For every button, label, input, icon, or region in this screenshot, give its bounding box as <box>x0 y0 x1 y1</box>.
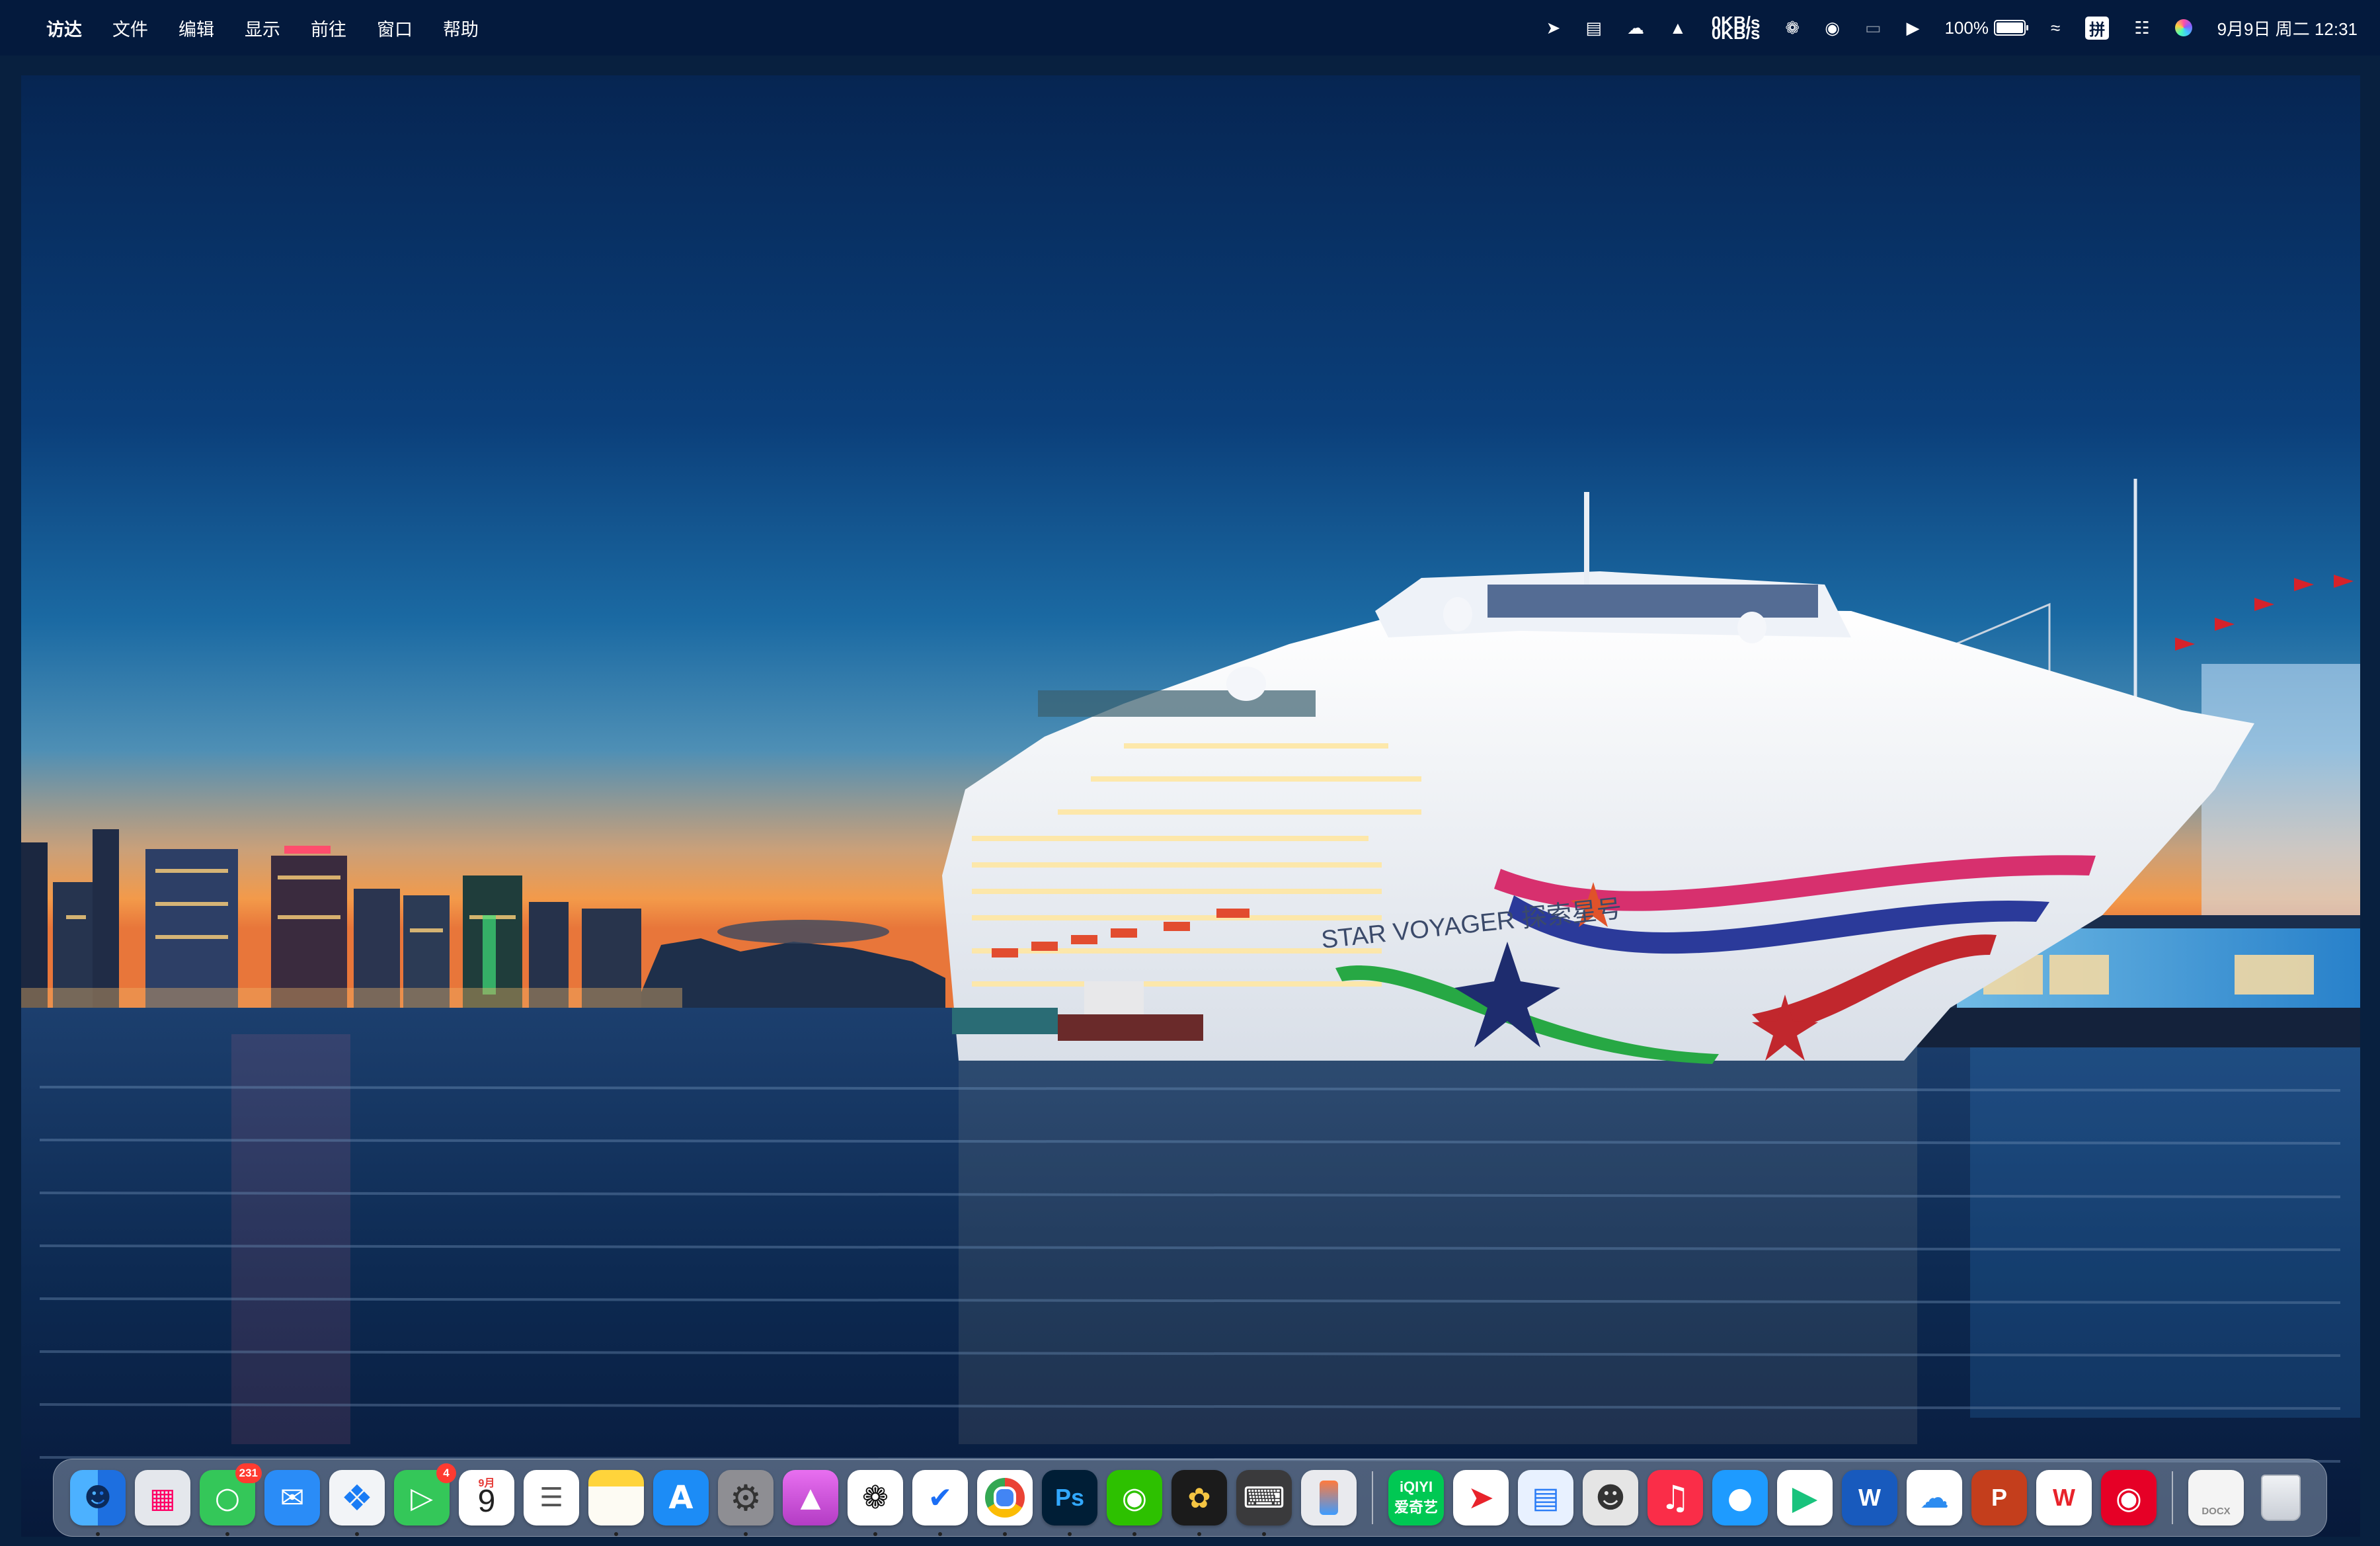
qq-penguin-icon[interactable]: ● <box>1712 1470 1768 1526</box>
facetime-badge: 4 <box>436 1463 456 1483</box>
red-arrow-app-icon[interactable]: ➤ <box>1453 1470 1509 1526</box>
chatgpt-icon[interactable]: ❁ <box>848 1470 903 1536</box>
netspeed-down: 0KB/s <box>1711 23 1761 43</box>
chrome-icon[interactable] <box>977 1470 1033 1536</box>
paper-plane-icon[interactable]: ➤ <box>1546 18 1561 38</box>
menu-go[interactable]: 前往 <box>311 15 346 41</box>
input-method-label: 拼 <box>2085 16 2110 40</box>
siri-icon[interactable] <box>2174 19 2192 36</box>
finder-icon[interactable]: ☻ <box>70 1470 126 1536</box>
iqiyi-label-cn: 爱奇艺 <box>1394 1500 1438 1516</box>
iphone-mirroring-icon[interactable] <box>1301 1470 1357 1526</box>
launchpad-icon[interactable]: ▦ <box>135 1470 190 1526</box>
play-circle-icon[interactable]: ▶ <box>1906 18 1919 38</box>
desktop-wallpaper: STAR VOYAGER 探索星号 <box>0 56 2380 1546</box>
calendar-icon[interactable]: 9月 9 <box>459 1470 514 1526</box>
document-stack-icon[interactable]: DOCX <box>2188 1470 2244 1526</box>
messages-badge: 231 <box>235 1463 262 1483</box>
app-store-icon[interactable]: A <box>653 1470 709 1526</box>
trash-icon[interactable] <box>2253 1470 2309 1526</box>
wps-icon[interactable]: W <box>2036 1470 2092 1526</box>
music-icon[interactable]: ♫ <box>1647 1470 1703 1526</box>
facetime-icon[interactable]: ▷ 4 <box>394 1463 456 1526</box>
robot-app-icon[interactable]: ☻ <box>1583 1470 1638 1526</box>
input-method[interactable]: 拼 <box>2085 16 2110 40</box>
menu-file[interactable]: 文件 <box>112 15 148 41</box>
powerpoint-label: P <box>1991 1484 2007 1511</box>
powerpoint-icon[interactable]: P <box>1971 1470 2027 1526</box>
menu-window[interactable]: 窗口 <box>377 15 413 41</box>
reminders-icon[interactable]: ☰ <box>524 1470 579 1526</box>
network-speed[interactable]: 0KB/s 0KB/s <box>1711 14 1761 43</box>
play-app-icon[interactable]: ▶ <box>1777 1470 1833 1526</box>
magenta-app-icon[interactable]: ▲ <box>783 1470 838 1526</box>
document-label: DOCX <box>2202 1505 2231 1517</box>
menu-view[interactable]: 显示 <box>245 15 280 41</box>
settings-gear-icon[interactable]: ⚙ <box>718 1470 774 1536</box>
airdrop-icon[interactable]: ◉ <box>1825 18 1840 38</box>
iqiyi-icon[interactable]: iQIYI 爱奇艺 <box>1388 1470 1444 1526</box>
netease-music-icon[interactable]: ◉ <box>2101 1470 2157 1526</box>
cloud-sync-icon[interactable]: ☁ <box>1627 18 1644 38</box>
mail-icon[interactable]: ✉ <box>264 1470 320 1526</box>
dock-separator <box>1372 1471 1373 1524</box>
menu-app-name[interactable]: 访达 <box>46 15 82 41</box>
messages-icon[interactable]: ○ 231 <box>200 1463 262 1536</box>
keyboard-app-icon[interactable]: ⌨ <box>1236 1470 1292 1536</box>
cat-icon[interactable]: ▲ <box>1669 18 1686 38</box>
iqiyi-label: iQIYI <box>1399 1479 1433 1495</box>
wifi-icon[interactable]: ≈ <box>2051 18 2060 38</box>
menu-edit[interactable]: 编辑 <box>178 15 214 41</box>
wps-label: W <box>2053 1484 2075 1511</box>
screen-icon[interactable]: ▭ <box>1865 18 1882 38</box>
calendar-day: 9 <box>477 1484 496 1519</box>
battery-percent: 100% <box>1944 17 1989 38</box>
photoshop-label: Ps <box>1054 1484 1085 1511</box>
battery-status[interactable]: 100% <box>1944 17 2028 38</box>
word-label: W <box>1858 1484 1881 1511</box>
word-icon[interactable]: W <box>1842 1470 1897 1526</box>
notes-icon[interactable] <box>588 1470 644 1536</box>
wechat-icon[interactable]: ◉ <box>1107 1470 1162 1536</box>
davinci-resolve-icon[interactable]: ✿ <box>1171 1470 1227 1536</box>
monitor-wave-icon[interactable]: ▤ <box>1585 18 1602 38</box>
blue-screen-app-icon[interactable]: ▤ <box>1518 1470 1573 1526</box>
netdisk-icon[interactable]: ☁ <box>1907 1470 1962 1526</box>
dock: ☻ ▦ ○ 231 ✉ ❖ ▷ 4 9月 9 ☰ A ⚙ ▲ ❁ ✔ Ps ◉ … <box>53 1459 2327 1537</box>
control-center-icon[interactable]: ☷ <box>2134 18 2149 38</box>
safari-icon[interactable]: ❖ <box>329 1470 385 1536</box>
swoosh-app-icon[interactable]: ✔ <box>912 1470 968 1536</box>
photoshop-icon[interactable]: Ps <box>1042 1470 1097 1536</box>
menu-help[interactable]: 帮助 <box>443 15 479 41</box>
battery-icon <box>1993 20 2028 36</box>
menu-bar: 访达 文件 编辑 显示 前往 窗口 帮助 ➤ ▤ ☁ ▲ 0KB/s 0KB/s… <box>0 0 2380 56</box>
date-time[interactable]: 9月9日 周二 12:31 <box>2217 16 2358 40</box>
dock-separator-2 <box>2172 1471 2173 1524</box>
openai-icon[interactable]: ❁ <box>1785 18 1800 38</box>
